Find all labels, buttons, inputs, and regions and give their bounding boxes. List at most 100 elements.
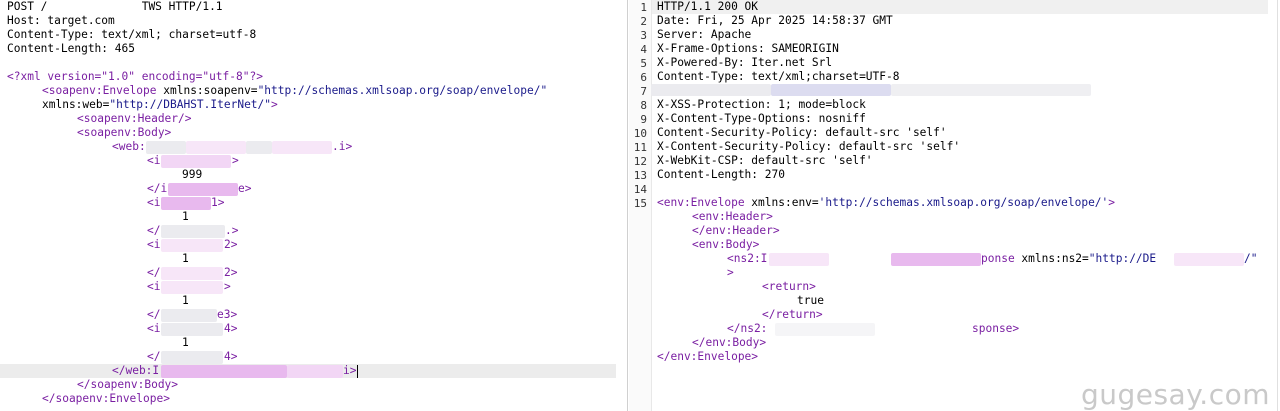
param3-open-tail: 2>	[224, 238, 238, 251]
response-header-x-powered-by: X-Powered-By: Iter.net Srl	[657, 56, 833, 69]
request-header-host: Host: target.com	[7, 14, 115, 27]
method-close-tail: i>	[343, 364, 357, 377]
param1-close-tag: </i	[147, 182, 168, 195]
param1-open-tag: <i	[147, 154, 161, 167]
redaction-blur	[186, 141, 246, 154]
redaction-blur	[775, 323, 875, 336]
redaction-blur	[769, 253, 829, 266]
response-header-csp: Content-Security-Policy: default-src 'se…	[657, 126, 947, 139]
request-editor[interactable]: POST / TWS HTTP/1.1 Host: target.com Con…	[0, 0, 627, 411]
response-header-content-length: Content-Length: 270	[657, 168, 785, 181]
param4-close-tail: e3>	[217, 308, 238, 321]
soap-body-open: <soapenv:Body>	[77, 126, 172, 139]
line-number: 1	[640, 1, 647, 14]
method-open-tail: .i>	[332, 140, 353, 153]
param1-open-tail: >	[232, 154, 239, 167]
param1-value: 999	[182, 168, 203, 181]
redaction-blur	[161, 323, 223, 336]
soap-envelope-close: </soapenv:Envelope>	[42, 392, 170, 405]
response-envelope-ns-value: 'http://schemas.xmlsoap.org/soap/envelop…	[818, 196, 1109, 209]
ns2-gt: >	[727, 266, 734, 279]
envelope-ns1-value: "http://schemas.xmlsoap.org/soap/envelop…	[257, 84, 548, 97]
response-envelope-open-line: <env:Envelope xmlns:env='http://schemas.…	[657, 196, 1115, 210]
response-header-open: <env:Header>	[692, 210, 773, 223]
line-number: 8	[640, 99, 647, 112]
request-header-content-length: Content-Length: 465	[7, 42, 135, 55]
param1-close-tail: e>	[238, 182, 252, 195]
response-body-close: </env:Body>	[692, 336, 767, 349]
param3-open-tag: <i	[147, 238, 161, 251]
redaction-blur	[161, 155, 231, 168]
response-body-open: <env:Body>	[692, 238, 760, 251]
line-number: 5	[640, 57, 647, 70]
method-close-tag: </web:I	[112, 364, 160, 377]
response-envelope-ns-attr: xmlns:env=	[744, 196, 819, 209]
redaction-blur	[161, 351, 223, 364]
param4-open-tail: >	[224, 280, 231, 293]
response-envelope-close: </env:Envelope>	[657, 350, 759, 363]
envelope-open-line: <soapenv:Envelope xmlns:soapenv="http://…	[42, 84, 547, 98]
param4-open-tag: <i	[147, 280, 161, 293]
redaction-blur	[161, 239, 223, 252]
response-header-server: Server: Apache	[657, 28, 752, 41]
redaction-blur	[161, 267, 223, 280]
line-number: 2	[640, 15, 647, 28]
redaction-blur	[161, 365, 287, 378]
line-number: 14	[633, 183, 647, 196]
return-value: true	[797, 294, 824, 307]
redaction-blur	[651, 84, 771, 96]
redaction-blur	[168, 183, 238, 196]
line-number: 10	[633, 127, 647, 140]
redaction-blur	[771, 84, 891, 96]
line-number: 7	[640, 85, 647, 98]
response-header-x-csp: X-Content-Security-Policy: default-src '…	[657, 140, 961, 153]
ns2-open-mid: ponse	[981, 252, 1015, 265]
envelope-ns2-attr: xmlns:web=	[42, 98, 110, 111]
param5-open-tail: 4>	[224, 322, 238, 335]
param5-close-tag: </	[147, 350, 161, 363]
redaction-blur	[891, 84, 1091, 96]
redaction-blur	[246, 141, 272, 154]
param2-close-tag: </	[147, 224, 161, 237]
response-header-close: </env:Header>	[692, 224, 780, 237]
redaction-blur	[1174, 253, 1244, 266]
param5-open-tag: <i	[147, 322, 161, 335]
envelope-ns2-value: "http://DBAHST.IterNet/"	[109, 98, 272, 111]
redaction-blur	[287, 365, 343, 378]
redaction-blur	[161, 309, 217, 322]
param3-close-tag: </	[147, 266, 161, 279]
line-number: 12	[633, 155, 647, 168]
ns2-attr-line: ponse xmlns:ns2="http://DE	[981, 252, 1156, 266]
pane-divider[interactable]	[627, 0, 628, 411]
method-open-tag: <web:	[112, 140, 146, 153]
ns2-open-tag: <ns2:I	[727, 252, 768, 265]
line-number: 13	[633, 169, 647, 182]
response-header-x-frame-options: X-Frame-Options: SAMEORIGIN	[657, 42, 839, 55]
redaction-blur	[146, 141, 186, 154]
redaction-blur	[272, 141, 332, 154]
param3-value: 1	[182, 252, 189, 265]
response-header-x-content-type-options: X-Content-Type-Options: nosniff	[657, 112, 866, 125]
envelope-ns2-close: >	[271, 98, 278, 111]
response-header-x-xss-protection: X-XSS-Protection: 1; mode=block	[657, 98, 866, 111]
ns2-value: "http://DE	[1088, 252, 1157, 265]
envelope-ns2-line: xmlns:web="http://DBAHST.IterNet/">	[42, 98, 278, 112]
ns2-value-tail: /"	[1244, 252, 1258, 265]
param3-close-tail: 2>	[224, 266, 238, 279]
response-header-x-webkit-csp: X-WebKit-CSP: default-src 'self'	[657, 154, 873, 167]
line-number: 9	[640, 113, 647, 126]
text-cursor	[357, 365, 358, 378]
line-number: 11	[633, 141, 647, 154]
response-editor[interactable]: 1 2 3 4 5 6 7 8 9 10 11 12 13 14 15 HTTP…	[629, 0, 1280, 411]
line-number: 6	[640, 71, 647, 84]
soap-body-close: </soapenv:Body>	[77, 378, 179, 391]
return-open-tag: <return>	[762, 280, 816, 293]
param5-close-tail: 4>	[224, 350, 238, 363]
envelope-ns1-attr: xmlns:soapenv=	[156, 84, 258, 97]
ns2-close-tag: </ns2:	[727, 322, 768, 335]
param4-value: 1	[182, 294, 189, 307]
ns2-close-tail: sponse>	[972, 322, 1020, 335]
request-line: POST / TWS HTTP/1.1	[7, 0, 223, 13]
xml-declaration: <?xml version="1.0" encoding="utf-8"?>	[7, 70, 263, 83]
return-close-tag: </return>	[762, 308, 823, 321]
